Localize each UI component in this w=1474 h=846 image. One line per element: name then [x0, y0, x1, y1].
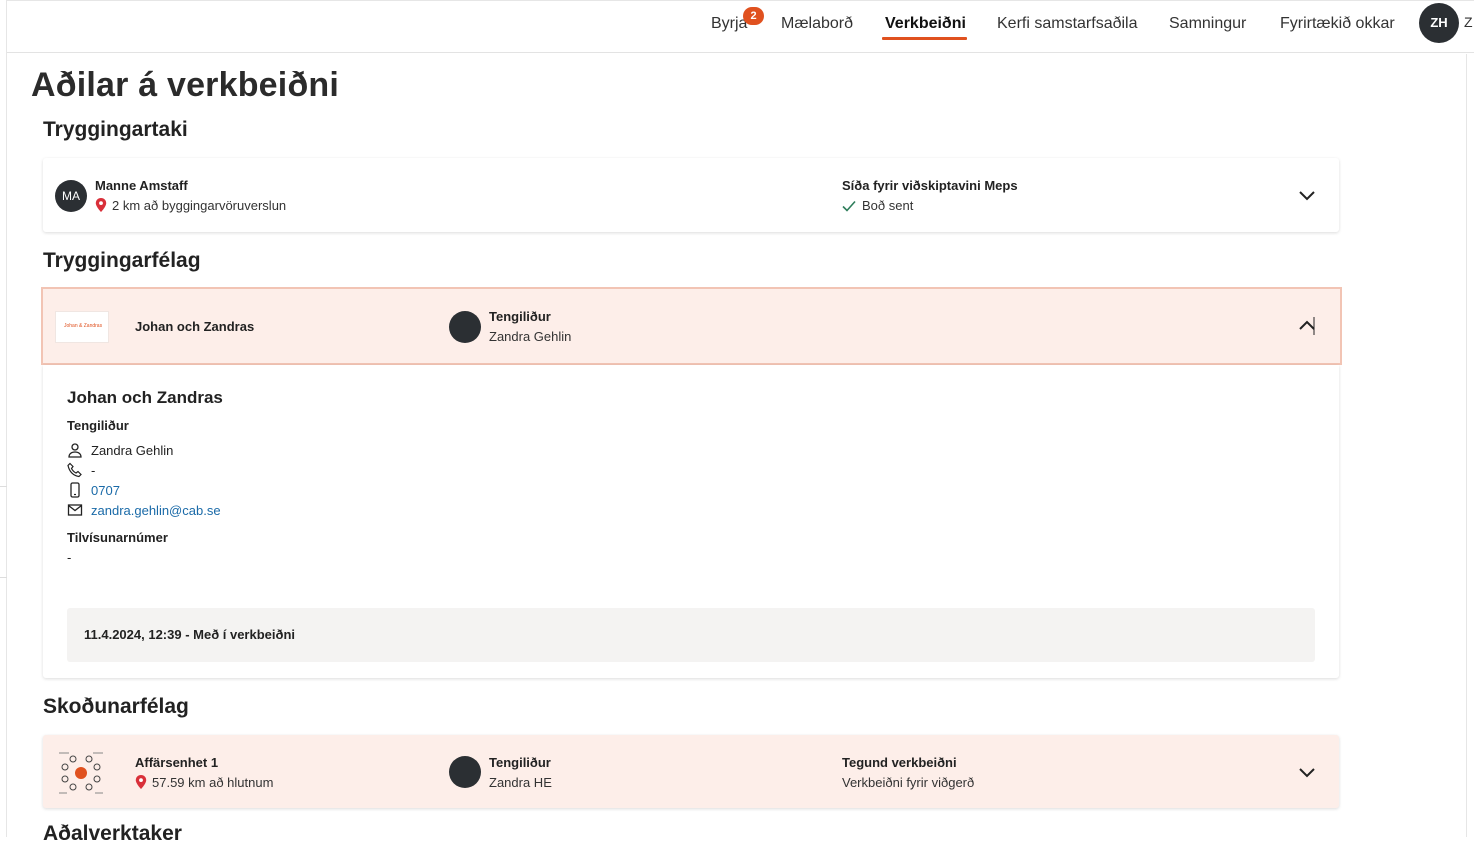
person-icon [68, 443, 82, 458]
policyholder-card[interactable]: MA Manne Amstaff 2 km að byggingarvöruve… [43, 158, 1339, 232]
check-icon [842, 200, 856, 212]
user-avatar[interactable]: ZH [1419, 3, 1459, 43]
insurer-card-header[interactable]: Johan & Zandras Johan och Zandras Tengil… [41, 287, 1342, 365]
inspector-contact-name: Zandra HE [489, 775, 552, 790]
contact-avatar [449, 756, 481, 788]
nav-item-work-orders[interactable]: Verkbeiðni [885, 15, 966, 33]
nav-item-partner-system[interactable]: Kerfi samstarfsaðila [997, 15, 1138, 33]
policyholder-distance: 2 km að byggingarvöruverslun [95, 198, 286, 213]
notification-badge: 2 [743, 7, 764, 25]
chevron-down-icon[interactable] [1297, 185, 1317, 205]
inspector-distance: 57.59 km að hlutnum [135, 775, 273, 790]
active-nav-indicator [882, 37, 967, 40]
location-pin-icon [135, 775, 147, 789]
insurer-name: Johan och Zandras [135, 319, 255, 334]
top-nav: Byrja 2 Mælaborð Verkbeiðni Kerfi samsta… [7, 0, 1474, 53]
email-link[interactable]: zandra.gehlin@cab.se [91, 503, 221, 518]
section-title-insurer: Tryggingarfélag [43, 249, 201, 272]
contact-email-row: zandra.gehlin@cab.se [67, 502, 221, 518]
phone-icon [67, 462, 82, 478]
chevron-up-icon[interactable] [1297, 316, 1317, 336]
right-divider [1466, 54, 1467, 837]
policyholder-name: Manne Amstaff [95, 178, 188, 193]
location-pin-icon [95, 198, 107, 212]
page-title: Aðilar á verkbeiðni [31, 66, 340, 104]
section-title-main-contractor: Aðalverktaker [43, 822, 182, 845]
nav-item-byrja[interactable]: Byrja [711, 15, 747, 33]
inspector-logo [59, 752, 103, 794]
insurer-logo: Johan & Zandras [55, 311, 109, 343]
history-entry: 11.4.2024, 12:39 - Með í verkbeiðni [67, 608, 1315, 662]
contact-label: Tengiliður [67, 418, 129, 433]
section-title-inspector: Skoðunarfélag [43, 695, 189, 718]
inspector-name: Affärsenhet 1 [135, 755, 219, 770]
nav-item-agreement[interactable]: Samningur [1169, 15, 1246, 33]
mobile-icon [70, 482, 80, 498]
inspector-contact-label: Tengiliður [489, 755, 551, 770]
nav-item-our-company[interactable]: Fyrirtækið okkar [1280, 15, 1395, 33]
user-name-fragment[interactable]: Z [1464, 14, 1473, 30]
policyholder-avatar: MA [55, 180, 87, 212]
contact-avatar [449, 311, 481, 343]
work-order-type-label: Tegund verkbeiðni [842, 755, 957, 770]
portal-status: Boð sent [842, 198, 913, 213]
nav-item-dashboard[interactable]: Mælaborð [781, 15, 853, 33]
portal-label: Síða fyrir viðskiptavini Meps [842, 178, 1018, 193]
mail-icon [67, 504, 83, 516]
contact-mobile-row: 0707 [67, 482, 120, 498]
section-title-policyholder: Tryggingartaki [43, 118, 188, 141]
insurer-details-panel: Johan och Zandras Tengiliður Zandra Gehl… [43, 365, 1339, 678]
insurer-contact-name: Zandra Gehlin [489, 329, 572, 344]
work-order-type-value: Verkbeiðni fyrir viðgerð [842, 775, 975, 790]
reference-value: - [67, 550, 72, 565]
mobile-link[interactable]: 0707 [91, 483, 120, 498]
contact-person-row: Zandra Gehlin [67, 442, 173, 458]
insurer-contact-label: Tengiliður [489, 309, 551, 324]
contact-phone-row: - [67, 462, 95, 478]
sidebar-edge [0, 0, 7, 837]
reference-label: Tilvísunarnúmer [67, 530, 168, 545]
insurer-details-title: Johan och Zandras [67, 388, 223, 407]
chevron-down-icon[interactable] [1297, 762, 1317, 782]
inspector-card[interactable]: Affärsenhet 1 57.59 km að hlutnum Tengil… [43, 735, 1339, 808]
